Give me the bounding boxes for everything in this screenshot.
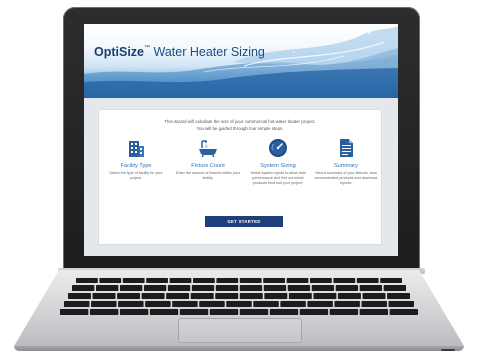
status-light [441,349,455,351]
keyboard-key[interactable] [91,301,117,307]
keyboard-key[interactable] [280,301,306,307]
keyboard-key[interactable] [199,301,225,307]
keyboard-key[interactable] [215,285,239,291]
keyboard-key[interactable] [119,309,149,315]
keyboard-key[interactable] [383,285,406,291]
keyboard-key[interactable] [387,293,410,299]
keyboard-key[interactable] [361,301,387,307]
keyboard-key[interactable] [117,293,141,299]
keyboard-key[interactable] [76,278,98,283]
keyboard-key[interactable] [263,285,287,291]
keyboard-key[interactable] [143,285,167,291]
keyboard-key[interactable] [389,309,418,315]
keyboard-key[interactable] [335,285,359,291]
keyboard [60,278,418,315]
keyboard-key[interactable] [311,285,335,291]
keyboard-key[interactable] [216,278,239,283]
keyboard-key[interactable] [333,278,356,283]
keyboard-key[interactable] [99,278,122,283]
keyboard-key[interactable] [60,309,89,315]
keyboard-key[interactable] [239,293,263,299]
keyboard-key[interactable] [253,301,279,307]
keyboard-key[interactable] [209,309,239,315]
keyboard-key[interactable] [149,309,179,315]
keyboard-key[interactable] [359,285,383,291]
keyboard-key[interactable] [145,301,171,307]
keyboard-key[interactable] [215,293,239,299]
keyboard-key[interactable] [310,278,332,283]
keyboard-key[interactable] [264,293,288,299]
keyboard-key[interactable] [68,293,91,299]
keyboard-key[interactable] [193,278,215,283]
keyboard-key[interactable] [169,278,192,283]
keyboard-key[interactable] [239,278,262,283]
keyboard-key[interactable] [334,301,360,307]
keyboard-key[interactable] [167,285,191,291]
keyboard-key[interactable] [146,278,168,283]
trackpad[interactable] [178,318,302,343]
keyboard-key[interactable] [263,278,285,283]
keyboard-key[interactable] [380,278,402,283]
keyboard-key[interactable] [190,293,214,299]
keyboard-key[interactable] [313,293,337,299]
keyboard-key[interactable] [337,293,361,299]
keyboard-key[interactable] [191,285,215,291]
keyboard-key[interactable] [287,285,311,291]
keyboard-key[interactable] [299,309,329,315]
keyboard-key[interactable] [388,301,414,307]
keyboard-key[interactable] [95,285,119,291]
keyboard-key[interactable] [72,285,95,291]
keyboard-key[interactable] [329,309,359,315]
keyboard-key[interactable] [89,309,119,315]
keyboard-key[interactable] [288,293,312,299]
keyboard-key[interactable] [92,293,116,299]
keyboard-key[interactable] [239,285,263,291]
keyboard-key[interactable] [307,301,333,307]
keyboard-key[interactable] [286,278,309,283]
keyboard-key[interactable] [359,309,389,315]
keyboard-key[interactable] [226,301,252,307]
keyboard-key[interactable] [118,301,144,307]
keyboard-key[interactable] [239,309,269,315]
keyboard-key[interactable] [64,301,90,307]
keyboard-key[interactable] [172,301,198,307]
keyboard-key[interactable] [362,293,386,299]
keyboard-key[interactable] [269,309,299,315]
keyboard-key[interactable] [179,309,209,315]
keyboard-key[interactable] [356,278,379,283]
keyboard-key[interactable] [119,285,143,291]
keyboard-key[interactable] [122,278,145,283]
keyboard-key[interactable] [166,293,190,299]
keyboard-key[interactable] [141,293,165,299]
